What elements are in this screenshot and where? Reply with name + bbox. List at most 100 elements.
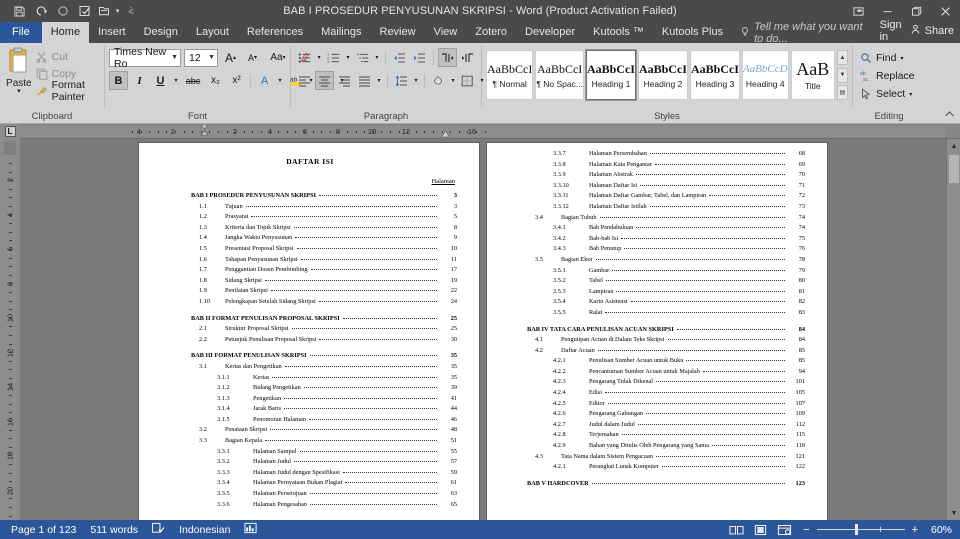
- toc-entry[interactable]: 1.5 Presentasi Proposal Skripsi 10: [163, 244, 457, 255]
- tab-zotero[interactable]: Zotero: [466, 22, 516, 43]
- redo-icon[interactable]: [52, 1, 74, 21]
- proofing-status-button[interactable]: [145, 522, 172, 537]
- document-page-left[interactable]: DAFTAR ISI Halaman BAB I PROSEDUR PENYUS…: [139, 143, 479, 520]
- decrease-indent-icon[interactable]: [390, 48, 409, 67]
- horizontal-ruler[interactable]: 422468101216: [20, 124, 946, 139]
- styles-scroll-up-button[interactable]: ▲: [837, 50, 848, 65]
- tab-kutools-plus[interactable]: Kutools Plus: [653, 22, 732, 43]
- scroll-down-arrow-icon[interactable]: ▼: [947, 506, 960, 520]
- toc-entry[interactable]: 1.2 Prasyarat 5: [163, 212, 457, 223]
- align-right-icon[interactable]: [335, 71, 354, 90]
- toc-entry[interactable]: 1.7 Penggantian Dosen Pembimbing 17: [163, 265, 457, 276]
- toc-entry[interactable]: 4.2.1 Perangkat Lunak Komputer 122: [511, 462, 805, 473]
- font-size-input[interactable]: 12 ▼: [184, 48, 218, 67]
- read-mode-view-button[interactable]: [725, 521, 747, 538]
- underline-button[interactable]: U: [151, 71, 170, 90]
- chevron-down-icon[interactable]: ▼: [204, 54, 215, 61]
- toc-entry[interactable]: 3.5 Bagian Ekor 78: [511, 255, 805, 266]
- toc-entry[interactable]: 3.3 Bagian Kepala 51: [163, 436, 457, 447]
- ribbon-display-options-button[interactable]: [844, 0, 873, 22]
- align-left-icon[interactable]: [295, 71, 314, 90]
- subscript-button[interactable]: x₂: [206, 71, 225, 90]
- numbering-icon[interactable]: 123: [324, 48, 343, 67]
- zoom-slider[interactable]: − +: [797, 524, 924, 536]
- language-indicator[interactable]: Indonesian: [172, 524, 237, 536]
- tab-mailings[interactable]: Mailings: [312, 22, 370, 43]
- collapse-ribbon-button[interactable]: [944, 110, 955, 121]
- toc-entry[interactable]: 4.2.3 Pengarang Tidak Dikenal 101: [511, 377, 805, 388]
- styles-more-button[interactable]: ▤: [837, 85, 848, 100]
- paste-button[interactable]: Paste ▾: [4, 45, 34, 95]
- scrollbar-thumb[interactable]: [948, 154, 960, 184]
- toc-entry[interactable]: BAB IV TATA CARA PENULISAN ACUAN SKRIPSI…: [511, 325, 805, 336]
- style-heading-4[interactable]: AaBbCcD Heading 4: [741, 50, 789, 100]
- toc-entry[interactable]: 3.3.3 Halaman Judul dengan Spesifikasi 59: [163, 468, 457, 479]
- sign-in-link[interactable]: Sign in: [880, 19, 902, 43]
- increase-indent-icon[interactable]: [410, 48, 429, 67]
- tab-insert[interactable]: Insert: [89, 22, 135, 43]
- chevron-down-icon[interactable]: ▾: [412, 71, 420, 90]
- chevron-down-icon[interactable]: ▾: [172, 71, 180, 90]
- shading-icon[interactable]: [429, 71, 448, 90]
- toc-entry[interactable]: 1.10 Pelengkapan Setelah Sidang Skripsi 24: [163, 297, 457, 308]
- toc-entry[interactable]: BAB II FORMAT PENULISAN PROPOSAL SKRIPSI…: [163, 314, 457, 325]
- toc-entry[interactable]: 4.3 Tata Nama dalam Sistem Pengacuan 121: [511, 452, 805, 463]
- tab-selector-button[interactable]: L: [0, 123, 20, 139]
- document-page-right[interactable]: 3.3.7 Halaman Persembahan 68 3.3.8 Halaman K…: [487, 143, 827, 520]
- toc-entry[interactable]: 1.9 Penilaian Skripsi 22: [163, 286, 457, 297]
- tab-kutools[interactable]: Kutools ™: [584, 22, 653, 43]
- open-recent-icon[interactable]: [96, 1, 112, 21]
- style-heading-2[interactable]: AaBbCcI Heading 2: [637, 50, 688, 100]
- toc-entry[interactable]: 3.4 Bagian Tubuh 74: [511, 213, 805, 224]
- toc-entry[interactable]: 4.2 Daftar Acuan 85: [511, 346, 805, 357]
- tab-layout[interactable]: Layout: [187, 22, 238, 43]
- toc-entry[interactable]: 3.4.2 Bab-bab Isi 75: [511, 234, 805, 245]
- font-name-input[interactable]: Times New Ro ▼: [109, 46, 181, 70]
- chevron-down-icon[interactable]: ▾: [900, 55, 903, 62]
- tab-review[interactable]: Review: [371, 22, 425, 43]
- toc-entry[interactable]: 4.2.5 Editor 107: [511, 399, 805, 410]
- toc-entry[interactable]: 3.1.3 Pengetikan 41: [163, 394, 457, 405]
- zoom-out-button[interactable]: −: [803, 524, 809, 536]
- find-button[interactable]: Find ▾: [857, 49, 906, 67]
- toc-entry[interactable]: 1.3 Kriteria dan Topik Skripsi 8: [163, 223, 457, 234]
- toc-entry[interactable]: 2.2 Petunjuk Penulisan Proposal Skripsi 30: [163, 335, 457, 346]
- indent-marker[interactable]: [200, 124, 209, 137]
- toc-entry[interactable]: 3.5.2 Tabel 80: [511, 276, 805, 287]
- toc-entry[interactable]: 3.1.5 Penomoran Halaman 46: [163, 415, 457, 426]
- toc-entry[interactable]: BAB V HARDCOVER 123: [511, 479, 805, 490]
- justify-icon[interactable]: [355, 71, 374, 90]
- toc-entry[interactable]: 3.1.4 Jarak Baris 44: [163, 404, 457, 415]
- web-layout-view-button[interactable]: [773, 521, 795, 538]
- word-count[interactable]: 511 words: [83, 524, 145, 536]
- undo-icon[interactable]: [30, 1, 52, 21]
- toc-entry[interactable]: 3.2 Penataan Skripsi 48: [163, 425, 457, 436]
- chevron-down-icon[interactable]: ▾: [276, 71, 284, 90]
- change-case-button[interactable]: Aa ▾: [265, 48, 291, 67]
- right-indent-marker[interactable]: [440, 129, 451, 139]
- toc-entry[interactable]: BAB I PROSEDUR PENYUSUNAN SKRIPSI 3: [163, 191, 457, 202]
- toc-entry[interactable]: 3.3.9 Halaman Abstrak 70: [511, 170, 805, 181]
- tab-developer[interactable]: Developer: [516, 22, 584, 43]
- customize-quick-access-toolbar-icon[interactable]: ⩻: [123, 1, 139, 21]
- borders-icon[interactable]: [458, 71, 477, 90]
- multilevel-list-icon[interactable]: [353, 48, 372, 67]
- chevron-down-icon[interactable]: ▾: [909, 91, 912, 98]
- style-title[interactable]: AaB Title: [790, 50, 835, 100]
- toc-entry[interactable]: 3.3.5 Halaman Persetujuan 63: [163, 489, 457, 500]
- tab-references[interactable]: References: [238, 22, 312, 43]
- text-effects-icon[interactable]: A: [255, 71, 274, 90]
- tab-home[interactable]: Home: [41, 22, 90, 43]
- right-to-left-text-icon[interactable]: [458, 48, 477, 67]
- left-to-right-text-icon[interactable]: [438, 48, 457, 67]
- share-button[interactable]: Share: [910, 24, 954, 38]
- toc-entry[interactable]: 4.2.8 Terjemahan 115: [511, 430, 805, 441]
- toc-entry[interactable]: 3.3.10 Halaman Daftar Isi 71: [511, 181, 805, 192]
- zoom-track[interactable]: [816, 524, 905, 535]
- macro-recording-button[interactable]: [237, 522, 264, 537]
- chevron-down-icon[interactable]: ▾: [373, 48, 381, 67]
- toc-entry[interactable]: 2.1 Struktur Proposal Skripsi 25: [163, 324, 457, 335]
- style-heading-3[interactable]: AaBbCcI Heading 3: [689, 50, 740, 100]
- page-indicator[interactable]: Page 1 of 123: [4, 524, 83, 536]
- vertical-ruler[interactable]: 246810121416182022: [0, 139, 20, 520]
